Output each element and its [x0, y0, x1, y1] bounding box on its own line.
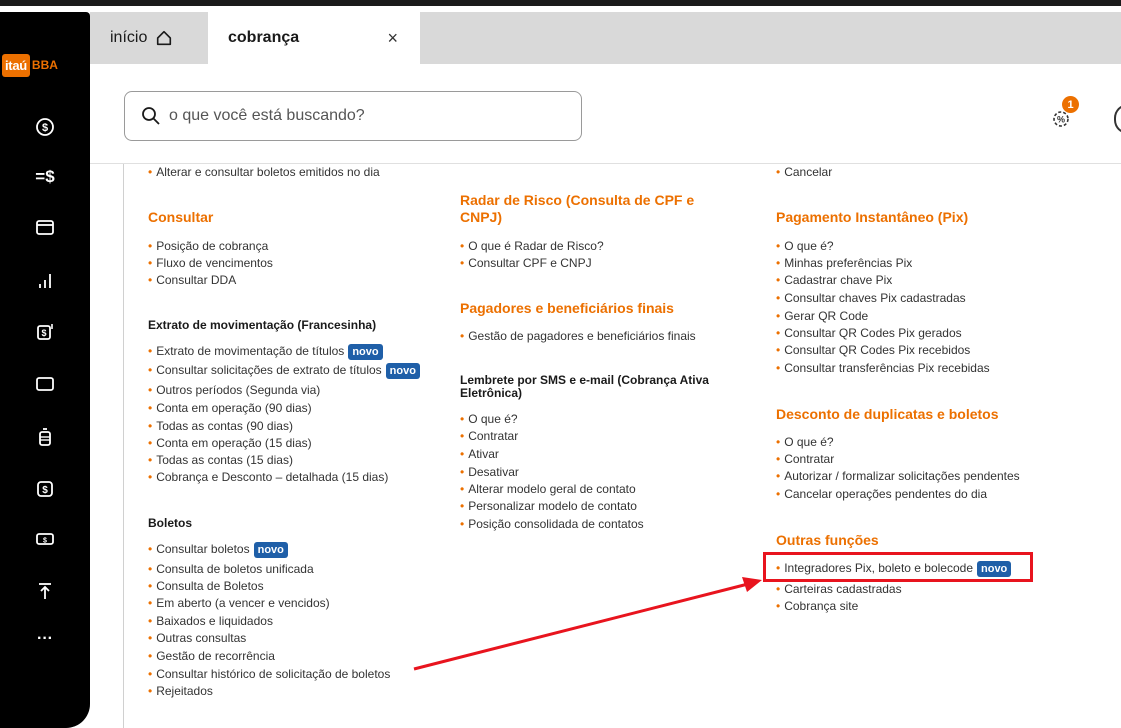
menu-link[interactable]: Gerar QR Code: [776, 309, 868, 323]
menu-link[interactable]: Cadastrar chave Pix: [776, 273, 892, 287]
menu-link[interactable]: Desativar: [460, 465, 519, 479]
tab-cobranca[interactable]: cobrança ×: [208, 12, 420, 64]
logo-main: itaú: [2, 53, 30, 77]
menu-link[interactable]: Rejeitados: [148, 684, 213, 698]
menu-link[interactable]: Todas as contas (90 dias): [148, 419, 293, 433]
menu-link[interactable]: Conta em operação (15 dias): [148, 436, 311, 450]
menu-link[interactable]: Baixados e liquidados: [148, 614, 273, 628]
menu-link[interactable]: Consultar CPF e CNPJ: [460, 256, 591, 270]
menu-link[interactable]: Consultar transferências Pix recebidas: [776, 361, 989, 375]
svg-text:$: $: [42, 485, 48, 496]
section-title-lembrete-cont: Eletrônica): [460, 386, 523, 400]
menu-link[interactable]: Cobrança e Desconto – detalhada (15 dias…: [148, 470, 388, 484]
menu-link[interactable]: Consultar QR Codes Pix recebidos: [776, 343, 970, 357]
menu-link[interactable]: Posição consolidada de contatos: [460, 517, 643, 531]
menu-link[interactable]: Consultar chaves Pix cadastradas: [776, 291, 965, 305]
menu-link[interactable]: Todas as contas (15 dias): [148, 453, 293, 467]
logo-sub: BBA: [31, 58, 58, 72]
menu-link[interactable]: Contratar: [776, 452, 834, 466]
header: % 1: [90, 64, 1121, 164]
search-box[interactable]: [124, 91, 582, 141]
annotation-highlight-box: [763, 552, 1033, 582]
svg-text:$: $: [42, 122, 48, 134]
menu-link[interactable]: Gestão de recorrência: [148, 649, 275, 663]
menu-link[interactable]: O que é?: [776, 239, 833, 253]
menu-link[interactable]: Fluxo de vencimentos: [148, 256, 273, 270]
menu-link[interactable]: Alterar modelo geral de contato: [460, 482, 635, 496]
search-icon: [142, 107, 160, 125]
section-title-boletos: Boletos: [148, 516, 193, 530]
menu-link[interactable]: Cobrança site: [776, 599, 858, 613]
menu-link[interactable]: Ativar: [460, 447, 499, 461]
menu-link[interactable]: Consulta de boletos unificada: [148, 562, 313, 576]
menu-link-label: Consultar solicitações de extrato de tít…: [156, 363, 382, 378]
chart-icon[interactable]: [0, 266, 90, 296]
menu-link[interactable]: Consultar solicitações de extrato de tít…: [148, 363, 420, 379]
transfer-icon[interactable]: =$: [0, 162, 90, 192]
more-icon[interactable]: ···: [0, 624, 90, 654]
exchange-icon[interactable]: $: [0, 474, 90, 504]
section-title-radar-cont: CNPJ): [460, 209, 503, 225]
sidebar: itaú BBA $ =$ $ $ $ ···: [0, 12, 90, 728]
menu-link[interactable]: Extrato de movimentação de títulosnovo: [148, 344, 383, 360]
menu-link[interactable]: O que é?: [776, 435, 833, 449]
notification-badge: 1: [1062, 96, 1079, 113]
wallet-icon[interactable]: [0, 212, 90, 242]
tab-home-label: início: [110, 29, 148, 46]
upload-icon[interactable]: [0, 576, 90, 606]
section-title-consultar: Consultar: [148, 209, 214, 225]
menu-link-label: Extrato de movimentação de títulos: [156, 344, 345, 359]
card-icon[interactable]: [0, 369, 90, 399]
svg-text:$: $: [43, 538, 47, 545]
tab-bar: início cobrança ×: [90, 12, 1121, 64]
tab-home[interactable]: início: [90, 12, 208, 64]
menu-link[interactable]: Posição de cobrança: [148, 239, 268, 253]
trash-icon[interactable]: [0, 422, 90, 452]
cash-icon[interactable]: $: [0, 524, 90, 554]
app-frame: itaú BBA $ =$ $ $ $ ··· início cobrança …: [0, 0, 1121, 728]
menu-link[interactable]: Alterar e consultar boletos emitidos no …: [148, 165, 379, 179]
menu-link[interactable]: Consultar QR Codes Pix gerados: [776, 326, 961, 340]
menu-link[interactable]: Consultar histórico de solicitação de bo…: [148, 667, 390, 681]
menu-link[interactable]: Gestão de pagadores e beneficiários fina…: [460, 329, 695, 343]
menu-link[interactable]: O que é Radar de Risco?: [460, 239, 603, 253]
home-icon: [157, 30, 172, 46]
menu-link[interactable]: Cancelar: [776, 165, 832, 179]
menu-link[interactable]: Autorizar / formalizar solicitações pend…: [776, 469, 1019, 483]
help-icon[interactable]: [1114, 104, 1121, 134]
svg-text:$: $: [41, 328, 46, 338]
section-title-pagadores: Pagadores e beneficiários finais: [460, 300, 674, 316]
svg-text:%: %: [1057, 115, 1065, 125]
menu-link[interactable]: Contratar: [460, 429, 518, 443]
menu-link[interactable]: Carteiras cadastradas: [776, 582, 901, 596]
novo-badge: novo: [385, 363, 420, 379]
novo-badge: novo: [253, 542, 288, 558]
menu-link[interactable]: Outras consultas: [148, 631, 246, 645]
section-title-extrato: Extrato de movimentação (Francesinha): [148, 318, 377, 332]
novo-badge: novo: [348, 344, 383, 360]
menu-link[interactable]: Consultar boletosnovo: [148, 542, 288, 558]
menu-link[interactable]: O que é?: [460, 412, 517, 426]
search-input[interactable]: [169, 107, 549, 125]
itau-bba-logo[interactable]: itaú BBA: [2, 52, 88, 78]
section-title-pix: Pagamento Instantâneo (Pix): [776, 209, 969, 225]
menu-link[interactable]: Consultar DDA: [148, 273, 236, 287]
section-title-lembrete: Lembrete por SMS e e-mail (Cobrança Ativ…: [460, 373, 709, 387]
menu-link[interactable]: Conta em operação (90 dias): [148, 401, 311, 415]
menu-link[interactable]: Minhas preferências Pix: [776, 256, 912, 270]
close-icon[interactable]: ×: [387, 28, 398, 49]
section-title-desconto: Desconto de duplicatas e boletos: [776, 406, 999, 422]
receipt-icon[interactable]: $: [0, 317, 90, 347]
menu-link[interactable]: Outros períodos (Segunda via): [148, 383, 320, 397]
tab-cobranca-label: cobrança: [228, 29, 300, 46]
section-title-radar: Radar de Risco (Consulta de CPF e: [460, 192, 695, 208]
menu-link[interactable]: Personalizar modelo de contato: [460, 499, 637, 513]
menu-link-label: Consultar boletos: [156, 542, 250, 557]
dollar-icon[interactable]: $: [0, 112, 90, 142]
menu-link[interactable]: Em aberto (a vencer e vencidos): [148, 596, 329, 610]
menu-link[interactable]: Consulta de Boletos: [148, 579, 263, 593]
menu-content: Alterar e consultar boletos emitidos no …: [123, 164, 1121, 728]
menu-link[interactable]: Cancelar operações pendentes do dia: [776, 487, 987, 501]
section-title-outras: Outras funções: [776, 532, 879, 548]
